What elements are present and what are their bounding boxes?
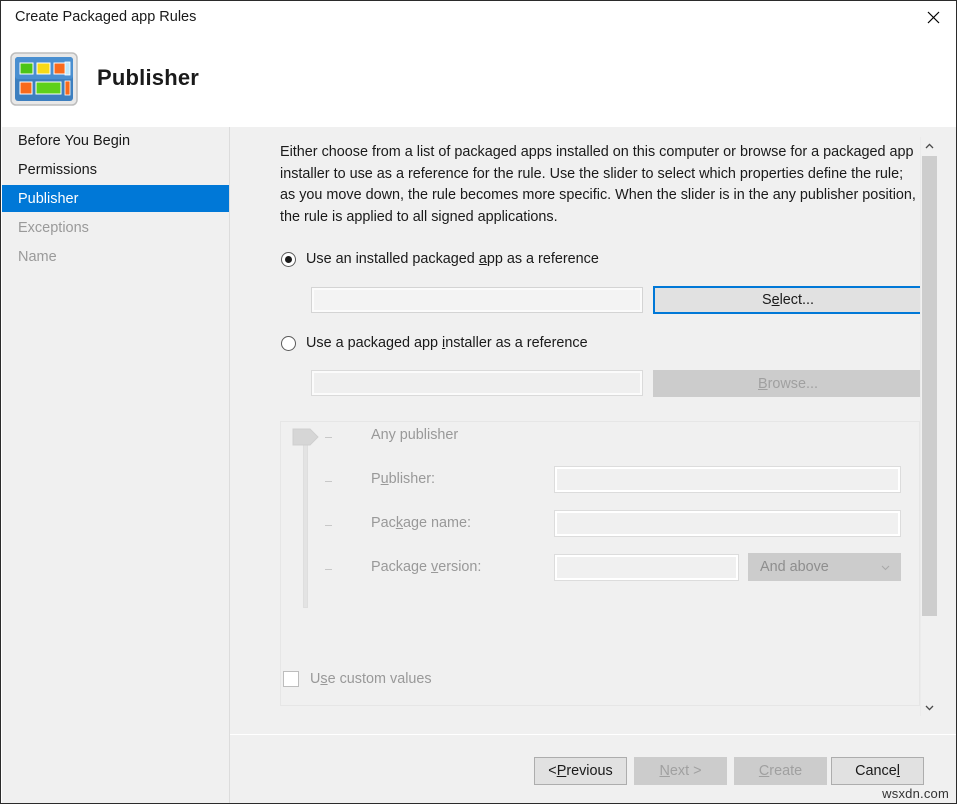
slider-tick-package-name: [325, 525, 332, 526]
installed-app-input[interactable]: [311, 287, 643, 313]
package-version-input[interactable]: [554, 554, 739, 581]
radio-use-app-installer[interactable]: Use a packaged app installer as a refere…: [281, 335, 588, 351]
chevron-up-icon[interactable]: [921, 137, 938, 154]
title-bar: Create Packaged app Rules: [1, 1, 956, 37]
radio-label-installed-app: Use an installed packaged app as a refer…: [306, 251, 599, 267]
slider-label-any-publisher: Any publisher: [371, 427, 458, 443]
radio-indicator-app-installer: [281, 336, 296, 351]
watermark: wsxdn.com: [882, 786, 949, 801]
checkbox-indicator-custom-values: [283, 671, 299, 687]
sidebar-item-permissions[interactable]: Permissions: [2, 156, 229, 183]
wizard-step-list: Before You Begin Permissions Publisher E…: [2, 127, 229, 803]
window-title: Create Packaged app Rules: [15, 9, 196, 25]
chevron-down-glyph: [881, 565, 890, 571]
create-packaged-app-rules-dialog: Create Packaged app Rules Publ: [0, 0, 957, 804]
sidebar-item-before-you-begin[interactable]: Before You Begin: [2, 127, 229, 154]
app-installer-input[interactable]: [311, 370, 643, 396]
packaged-app-glyph: [10, 52, 78, 106]
dialog-footer: < Previous Next > Create Cancel: [230, 734, 956, 803]
previous-button[interactable]: < Previous: [534, 757, 627, 785]
slider-track[interactable]: [303, 442, 308, 608]
scrollbar-thumb[interactable]: [922, 156, 937, 616]
slider-tick-any-publisher: [325, 437, 332, 438]
main-content-panel: Either choose from a list of packaged ap…: [230, 127, 956, 734]
slider-thumb-glyph: [292, 427, 320, 447]
slider-tick-package-version: [325, 569, 332, 570]
chevron-down-icon: [881, 559, 890, 575]
package-name-input[interactable]: [554, 510, 901, 537]
cancel-button[interactable]: Cancel: [831, 757, 924, 785]
close-icon[interactable]: [910, 1, 956, 34]
close-glyph: [927, 11, 940, 24]
select-button[interactable]: Select...: [653, 286, 923, 314]
radio-indicator-installed-app: [281, 252, 296, 267]
sidebar-item-publisher[interactable]: Publisher: [2, 185, 229, 212]
radio-use-installed-app[interactable]: Use an installed packaged app as a refer…: [281, 251, 599, 267]
slider-label-package-version: Package version:: [371, 559, 481, 575]
packaged-app-icon: [10, 52, 78, 106]
radio-label-app-installer: Use a packaged app installer as a refere…: [306, 335, 588, 351]
version-condition-value: And above: [760, 559, 829, 575]
publisher-input[interactable]: [554, 466, 901, 493]
checkbox-label-custom-values: Use custom values: [310, 671, 432, 687]
use-custom-values-checkbox[interactable]: Use custom values: [283, 671, 432, 687]
scroll-down-glyph: [925, 705, 934, 711]
browse-button[interactable]: Browse...: [653, 370, 923, 397]
sidebar-item-name[interactable]: Name: [2, 243, 229, 270]
scroll-up-glyph: [925, 143, 934, 149]
slider-tick-publisher: [325, 481, 332, 482]
slider-label-publisher: Publisher:: [371, 471, 435, 487]
description-text: Either choose from a list of packaged ap…: [280, 142, 920, 228]
publisher-condition-slider-group: Any publisher Publisher: Package name: P…: [280, 421, 920, 706]
sidebar-item-exceptions[interactable]: Exceptions: [2, 214, 229, 241]
page-title: Publisher: [97, 65, 199, 91]
chevron-down-icon[interactable]: [921, 699, 938, 716]
version-condition-dropdown[interactable]: And above: [748, 553, 901, 581]
create-button[interactable]: Create: [734, 757, 827, 785]
slider-label-package-name: Package name:: [371, 515, 471, 531]
slider-thumb[interactable]: [292, 427, 320, 447]
next-button[interactable]: Next >: [634, 757, 727, 785]
header-banner: Publisher: [1, 37, 956, 127]
content-scrollbar[interactable]: [920, 137, 937, 716]
